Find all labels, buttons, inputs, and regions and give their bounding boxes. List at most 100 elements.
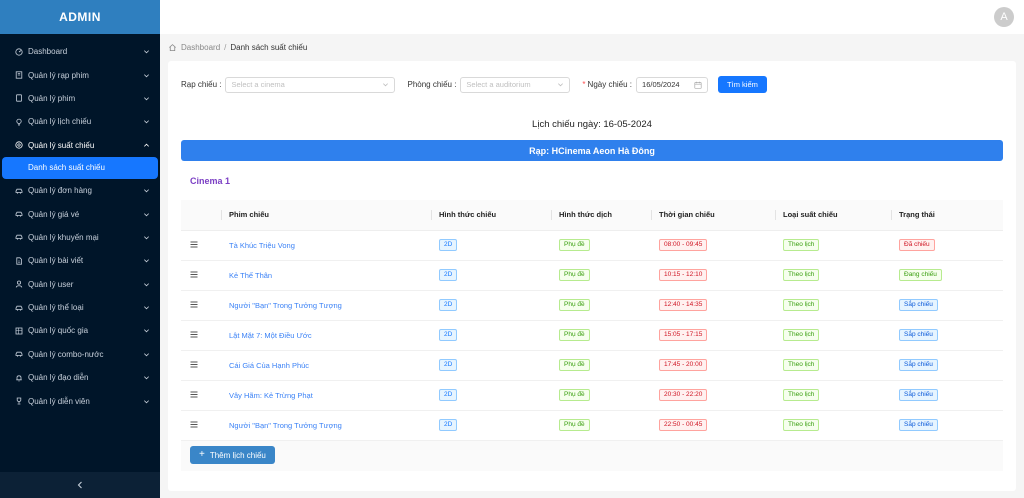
sidebar-item-quan-ly-quoc-gia[interactable]: Quản lý quốc gia — [0, 319, 160, 342]
film-link[interactable]: Lật Mặt 7: Một Điều Ước — [229, 331, 312, 340]
time-cell: 22:50 - 00:45 — [651, 410, 775, 441]
film-cell: Người "Bạn" Trong Tưởng Tượng — [221, 290, 431, 321]
sidebar-item-quan-ly-gia-ve[interactable]: Quản lý giá vé — [0, 202, 160, 225]
auditorium-select-placeholder: Select a auditorium — [466, 80, 531, 89]
chevron-down-icon — [383, 83, 389, 87]
column-header-thoi-gian-chieu: Thời gian chiếu — [651, 200, 775, 231]
date-picker-input[interactable]: 16/05/2024 — [636, 76, 709, 93]
car-icon — [15, 304, 23, 312]
sidebar-item-quan-ly-dien-vien[interactable]: Quản lý diễn viên — [0, 389, 160, 412]
format-tag: 2D — [439, 329, 458, 341]
showtime-type-tag: Theo lịch — [783, 239, 820, 251]
drag-column-header — [181, 200, 221, 231]
building-icon — [15, 71, 23, 79]
sidebar-item-quan-ly-dao-dien[interactable]: Quản lý đạo diễn — [0, 366, 160, 389]
status-badge: Đã chiếu — [899, 239, 935, 251]
search-button[interactable]: Tìm kiếm — [718, 76, 767, 93]
format-tag: 2D — [439, 359, 458, 371]
drag-handle-cell[interactable] — [181, 230, 221, 261]
film-link[interactable]: Tà Khúc Triệu Vong — [229, 241, 295, 250]
sidebar-item-quan-ly-khuyen-mai[interactable]: Quản lý khuyến mại — [0, 226, 160, 249]
drag-handle-cell[interactable] — [181, 350, 221, 381]
drag-handle-cell[interactable] — [181, 290, 221, 321]
sidebar-menu: Dashboard Quản lý rạp phim Quản lý phim Quả… — [0, 34, 160, 413]
translation-tag: Phụ đề — [559, 419, 590, 431]
collapse-sidebar-button[interactable] — [0, 472, 160, 498]
bell-icon — [15, 374, 23, 382]
showtime-table-container: Phim chiếu Hình thức chiếu Hình thức dịch T… — [181, 200, 1003, 471]
clock-icon — [15, 141, 23, 149]
table-header-row: Phim chiếu Hình thức chiếu Hình thức dịch T… — [181, 200, 1003, 231]
time-tag: 15:05 - 17:15 — [659, 329, 708, 341]
type-cell: Theo lịch — [775, 290, 891, 321]
room-name: Cinema 1 — [190, 176, 231, 186]
sidebar-item-dashboard[interactable]: Dashboard — [0, 40, 160, 63]
avatar[interactable]: A — [994, 7, 1014, 27]
time-cell: 17:45 - 20:00 — [651, 350, 775, 381]
format-cell: 2D — [431, 410, 551, 441]
sidebar-item-quan-ly-suat-chieu[interactable]: Quản lý suất chiếu — [0, 134, 160, 157]
add-schedule-label: Thêm lịch chiếu — [209, 450, 266, 460]
format-tag: 2D — [439, 389, 458, 401]
film-cell: Lật Mặt 7: Một Điều Ước — [221, 320, 431, 351]
sidebar-item-label: Quản lý bài viết — [28, 256, 84, 266]
bulb-icon — [15, 118, 23, 126]
sidebar-item-quan-ly-bai-viet[interactable]: Quản lý bài viết — [0, 249, 160, 272]
drag-handle-cell[interactable] — [181, 380, 221, 411]
time-cell: 20:30 - 22:20 — [651, 380, 775, 411]
sidebar-subitem-showtime-list[interactable]: Danh sách suất chiếu — [2, 156, 158, 179]
room-filter-label: Phòng chiếu : — [407, 80, 457, 89]
chevron-down-icon — [142, 233, 150, 241]
table-body: Tà Khúc Triệu Vong 2D Phụ đề 08:00 - 09:45 T… — [181, 230, 1003, 441]
film-link[interactable]: Cái Giá Của Hạnh Phúc — [229, 361, 309, 370]
column-header-phim-chieu: Phim chiếu — [221, 200, 431, 231]
translation-tag: Phụ đề — [559, 269, 590, 281]
chevron-up-icon — [142, 141, 150, 149]
format-tag: 2D — [439, 299, 458, 311]
chevron-down-icon — [142, 350, 150, 358]
sidebar-item-quan-ly-user[interactable]: Quản lý user — [0, 273, 160, 296]
time-tag: 20:30 - 22:20 — [659, 389, 708, 401]
sidebar-item-quan-ly-rap-phim[interactable]: Quản lý rạp phim — [0, 63, 160, 86]
format-cell: 2D — [431, 230, 551, 261]
sidebar-item-quan-ly-lich-chieu[interactable]: Quản lý lịch chiếu — [0, 110, 160, 133]
drag-handle-cell[interactable] — [181, 320, 221, 351]
chevron-down-icon — [142, 48, 150, 56]
film-link[interactable]: Vây Hãm: Kẻ Trừng Phạt — [229, 391, 313, 400]
status-cell: Sắp chiếu — [891, 380, 1003, 411]
sidebar-item-quan-ly-combo-nuoc[interactable]: Quản lý combo-nước — [0, 343, 160, 366]
sidebar-item-quan-ly-the-loai[interactable]: Quản lý thể loại — [0, 296, 160, 319]
chevron-down-icon — [142, 71, 150, 79]
drag-handle-cell[interactable] — [181, 260, 221, 291]
flag-icon — [15, 327, 23, 335]
status-badge: Sắp chiếu — [899, 299, 938, 311]
cinema-name-banner: Rạp: HCinema Aeon Hà Đông — [181, 140, 1003, 161]
film-link[interactable]: Người "Bạn" Trong Tưởng Tượng — [229, 301, 342, 310]
column-header-hinh-thuc-chieu: Hình thức chiếu — [431, 200, 551, 231]
breadcrumb-separator: / — [224, 43, 227, 52]
chevron-down-icon — [142, 397, 150, 405]
time-cell: 15:05 - 17:15 — [651, 320, 775, 351]
cinema-select-placeholder: Select a cinema — [231, 80, 285, 89]
film-link[interactable]: Người "Bạn" Trong Tưởng Tượng — [229, 421, 342, 430]
home-icon — [169, 44, 176, 52]
translation-cell: Phụ đề — [551, 380, 651, 411]
plus-icon: + — [199, 449, 205, 460]
cinema-select[interactable]: Select a cinema — [225, 76, 396, 93]
breadcrumb-home-link[interactable]: Dashboard — [181, 43, 220, 52]
status-cell: Sắp chiếu — [891, 410, 1003, 441]
time-tag: 17:45 - 20:00 — [659, 359, 708, 371]
column-header-hinh-thuc-dich: Hình thức dịch — [551, 200, 651, 231]
drag-handle-cell[interactable] — [181, 410, 221, 441]
film-cell: Cái Giá Của Hạnh Phúc — [221, 350, 431, 381]
chevron-down-icon — [142, 187, 150, 195]
sidebar-item-quan-ly-phim[interactable]: Quản lý phim — [0, 87, 160, 110]
auditorium-select[interactable]: Select a auditorium — [460, 76, 571, 93]
sidebar-item-quan-ly-don-hang[interactable]: Quản lý đơn hàng — [0, 179, 160, 202]
showtime-type-tag: Theo lịch — [783, 299, 820, 311]
add-schedule-button[interactable]: + Thêm lịch chiếu — [190, 446, 275, 464]
drag-handle-icon — [190, 331, 198, 337]
film-link[interactable]: Kẻ Thế Thân — [229, 271, 272, 280]
sidebar-item-label: Quản lý thể loại — [28, 303, 84, 313]
showtime-type-tag: Theo lịch — [783, 359, 820, 371]
